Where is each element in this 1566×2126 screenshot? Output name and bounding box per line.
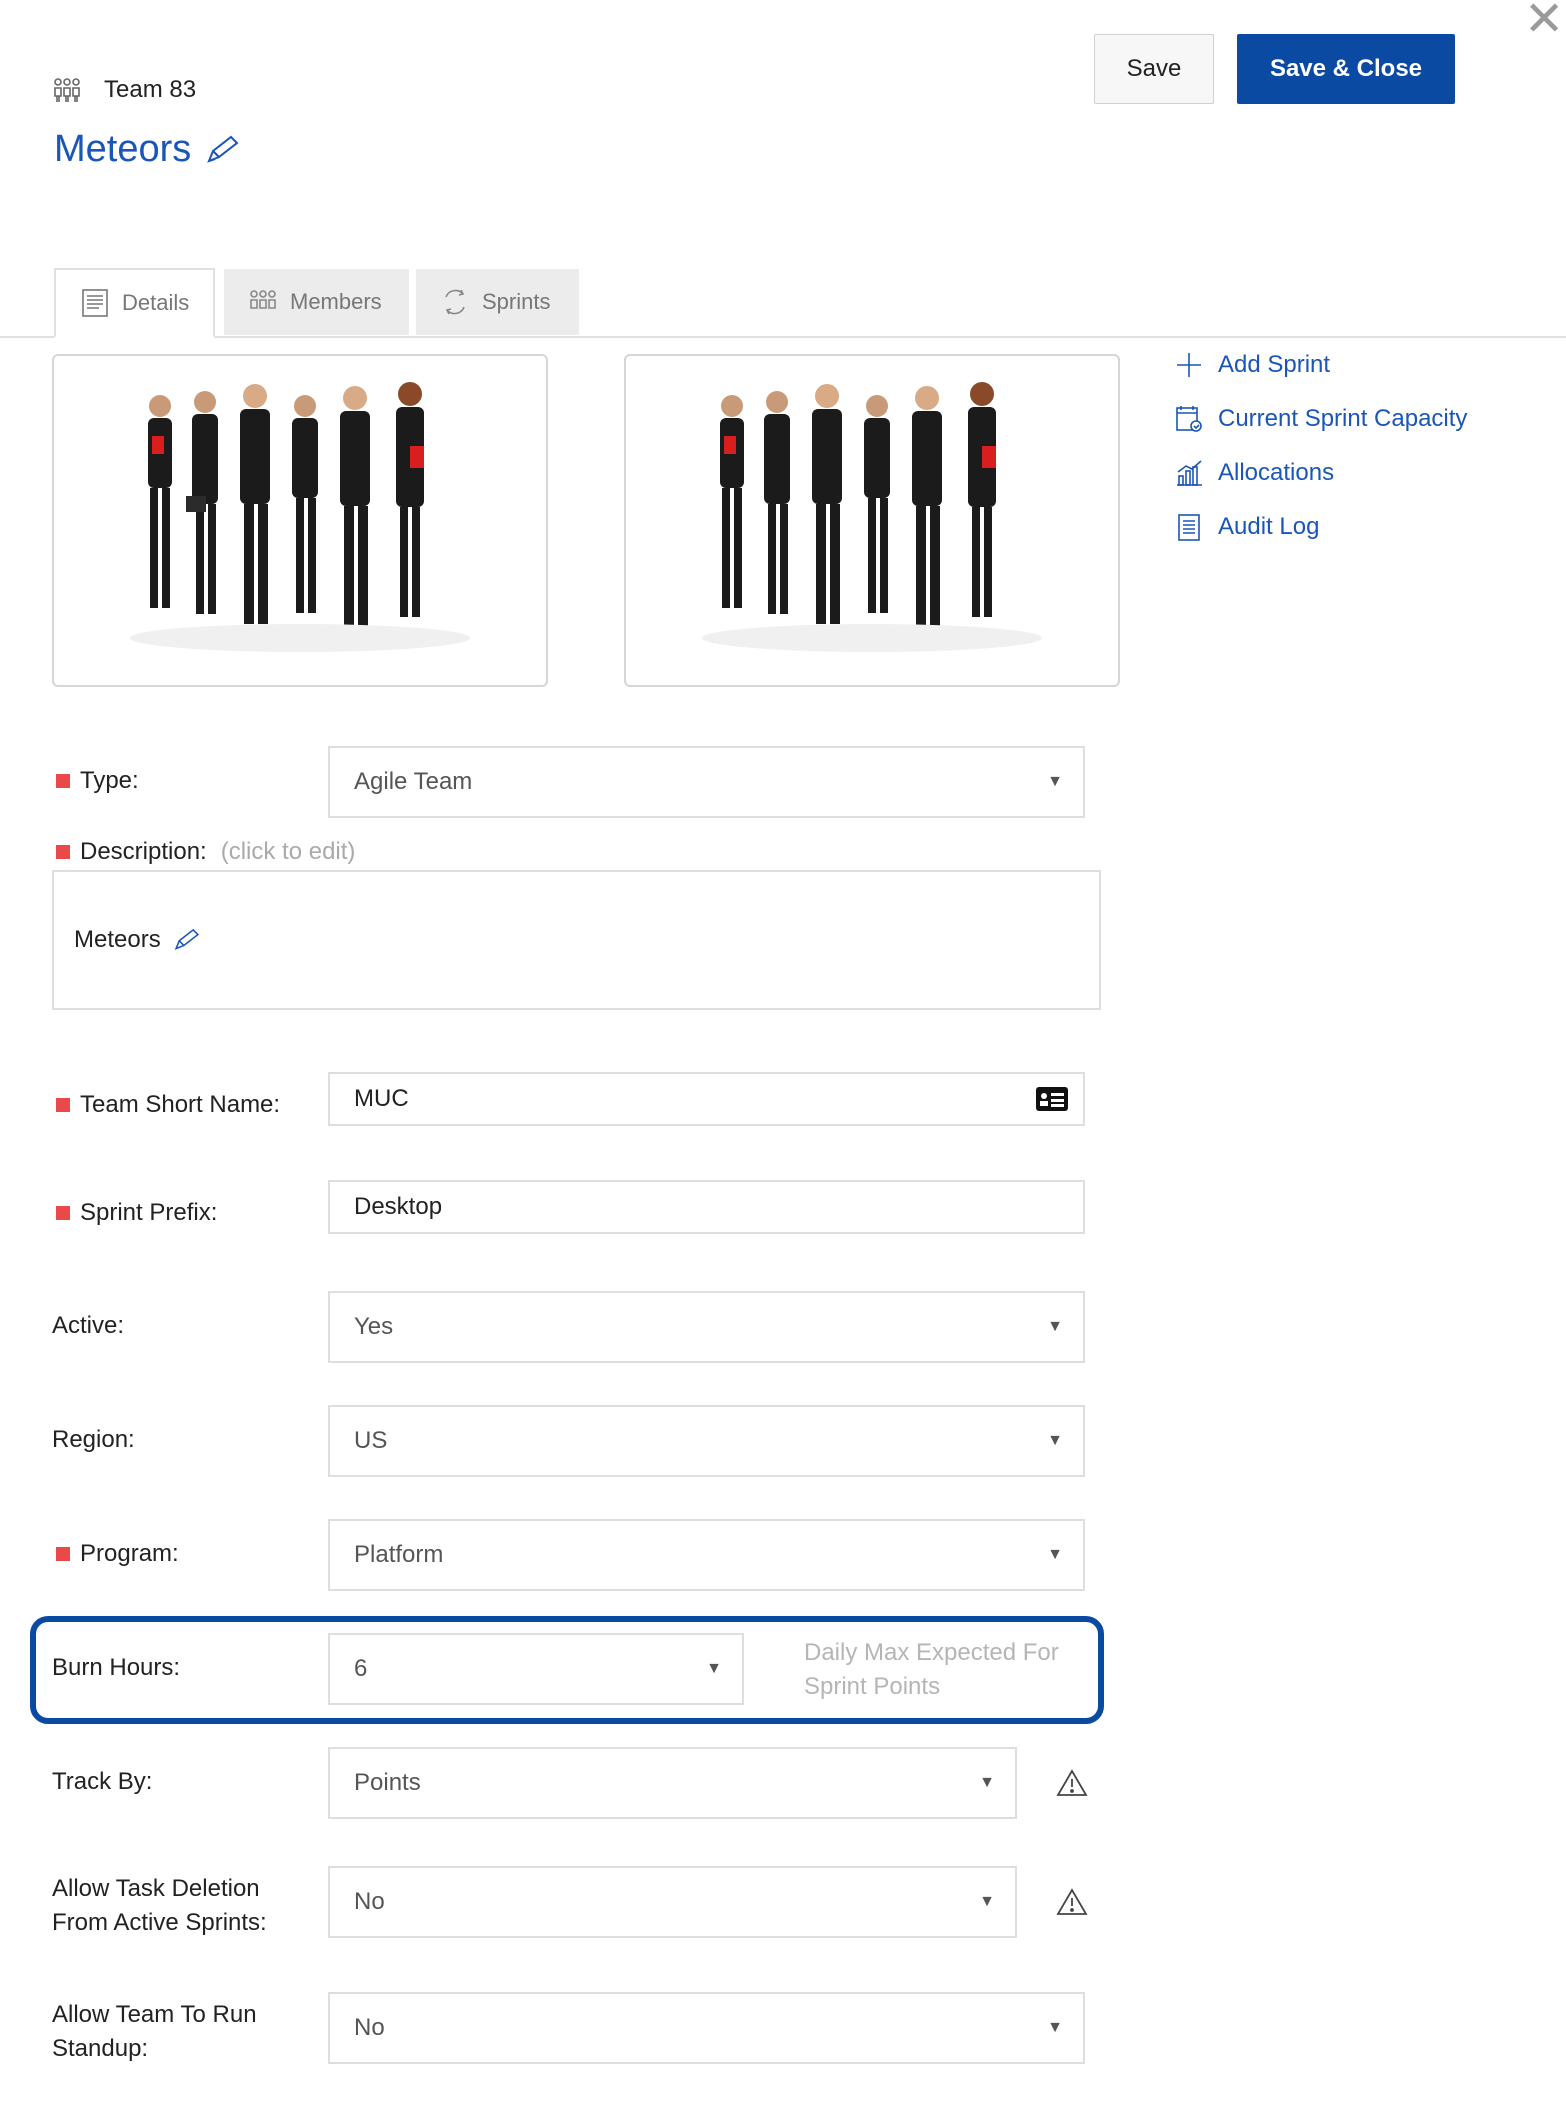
type-label-text: Type:: [80, 767, 139, 794]
program-label-text: Program:: [80, 1540, 179, 1567]
log-icon: [1178, 513, 1200, 541]
allocations-link[interactable]: Allocations: [1174, 458, 1467, 487]
calendar-check-icon: [1176, 405, 1202, 432]
burn-hours-select[interactable]: 6 ▼: [328, 1633, 744, 1705]
tab-sprints[interactable]: Sprints: [416, 269, 579, 335]
plus-icon: [1177, 352, 1201, 377]
sprint-prefix-label-text: Sprint Prefix:: [80, 1199, 218, 1226]
allow-task-deletion-value: No: [354, 1888, 385, 1915]
page-title: Meteors: [54, 128, 192, 170]
burn-hours-value: 6: [354, 1655, 368, 1682]
tab-members[interactable]: Members: [224, 269, 409, 335]
chevron-down-icon: ▼: [979, 1774, 995, 1791]
link-label: Audit Log: [1218, 512, 1320, 540]
tab-details[interactable]: Details: [54, 268, 216, 338]
track-by-label: Track By:: [52, 1768, 153, 1795]
side-actions: Add Sprint Current Sprint Capacity Alloc…: [1174, 350, 1467, 541]
chevron-down-icon: ▼: [1047, 1432, 1063, 1449]
tab-bar-divider: [0, 336, 1566, 338]
short-name-label: Team Short Name:: [52, 1091, 280, 1119]
sprint-prefix-value: Desktop: [354, 1193, 443, 1220]
tab-label: Members: [290, 289, 382, 314]
chevron-down-icon: ▼: [979, 1893, 995, 1910]
region-select[interactable]: US ▼: [328, 1405, 1085, 1477]
description-label: Description: (click to edit): [52, 838, 355, 866]
bar-chart-icon: [1177, 459, 1202, 486]
type-value: Agile Team: [354, 768, 473, 795]
team-icon: [54, 78, 80, 102]
region-label: Region:: [52, 1426, 135, 1453]
pencil-icon[interactable]: [205, 135, 241, 165]
burn-hours-hint: Daily Max Expected For Sprint Points: [804, 1639, 1059, 1700]
label-line: Allow Team To Run: [52, 2001, 257, 2028]
tab-label: Details: [122, 290, 190, 315]
sprint-prefix-input[interactable]: Desktop: [328, 1180, 1085, 1234]
track-by-value: Points: [354, 1769, 421, 1796]
save-button[interactable]: Save: [1094, 34, 1214, 104]
add-sprint-link[interactable]: Add Sprint: [1174, 350, 1467, 379]
program-label: Program:: [52, 1540, 179, 1568]
allow-standup-label: Allow Team To Run Standup:: [52, 1998, 257, 2066]
description-field[interactable]: Meteors: [52, 870, 1101, 1010]
allow-standup-select[interactable]: No ▼: [328, 1992, 1085, 2064]
short-name-value: MUC: [354, 1085, 409, 1112]
label-line: Allow Task Deletion: [52, 1875, 260, 1902]
team-icon: [250, 290, 276, 309]
team-photo-image: [702, 381, 1042, 652]
team-photo[interactable]: [624, 354, 1120, 687]
active-select[interactable]: Yes ▼: [328, 1291, 1085, 1363]
required-marker: [56, 1547, 70, 1561]
chevron-down-icon: ▼: [1047, 1318, 1063, 1335]
pencil-icon[interactable]: [173, 927, 201, 953]
audit-log-link[interactable]: Audit Log: [1174, 512, 1467, 541]
short-name-label-text: Team Short Name:: [80, 1091, 281, 1118]
label-line: Standup:: [52, 2035, 149, 2062]
description-hint: (click to edit): [220, 838, 356, 865]
team-photo[interactable]: [52, 354, 548, 687]
team-label: Team 83: [104, 76, 197, 103]
link-label: Current Sprint Capacity: [1218, 404, 1468, 432]
allow-task-deletion-label: Allow Task Deletion From Active Sprints:: [52, 1872, 267, 1940]
description-value: Meteors: [74, 926, 161, 953]
region-value: US: [354, 1427, 388, 1454]
burn-hours-label: Burn Hours:: [52, 1654, 181, 1681]
team-breadcrumb: Team 83: [52, 76, 196, 104]
short-name-input[interactable]: MUC: [328, 1072, 1085, 1126]
current-sprint-capacity-link[interactable]: Current Sprint Capacity: [1174, 404, 1467, 433]
warning-icon[interactable]: [1056, 1887, 1088, 1917]
close-icon[interactable]: ✕: [1524, 0, 1564, 44]
title-row: Meteors: [54, 128, 241, 171]
required-marker: [56, 1206, 70, 1220]
tab-label: Sprints: [482, 289, 551, 314]
save-close-button[interactable]: Save & Close: [1237, 34, 1455, 104]
sprint-prefix-label: Sprint Prefix:: [52, 1199, 217, 1227]
link-label: Allocations: [1218, 458, 1335, 486]
type-label: Type:: [52, 767, 139, 795]
link-label: Add Sprint: [1218, 350, 1331, 378]
program-value: Platform: [354, 1541, 444, 1568]
chevron-down-icon: ▼: [1047, 2019, 1063, 2036]
document-icon: [82, 289, 108, 317]
description-label-text: Description:: [80, 838, 207, 865]
chevron-down-icon: ▼: [1047, 773, 1063, 790]
active-label: Active:: [52, 1312, 125, 1339]
active-value: Yes: [354, 1313, 394, 1340]
type-select[interactable]: Agile Team ▼: [328, 746, 1085, 818]
label-line: From Active Sprints:: [52, 1909, 267, 1936]
team-photo-image: [130, 381, 470, 652]
chevron-down-icon: ▼: [1047, 1546, 1063, 1563]
required-marker: [56, 845, 70, 859]
track-by-select[interactable]: Points ▼: [328, 1747, 1017, 1819]
sprint-cycle-icon: [445, 289, 465, 315]
contact-card-icon[interactable]: [1035, 1085, 1069, 1113]
allow-standup-value: No: [354, 2014, 385, 2041]
required-marker: [56, 774, 70, 788]
required-marker: [56, 1098, 70, 1112]
chevron-down-icon: ▼: [706, 1660, 722, 1677]
program-select[interactable]: Platform ▼: [328, 1519, 1085, 1591]
warning-icon[interactable]: [1056, 1768, 1088, 1798]
allow-task-deletion-select[interactable]: No ▼: [328, 1866, 1017, 1938]
